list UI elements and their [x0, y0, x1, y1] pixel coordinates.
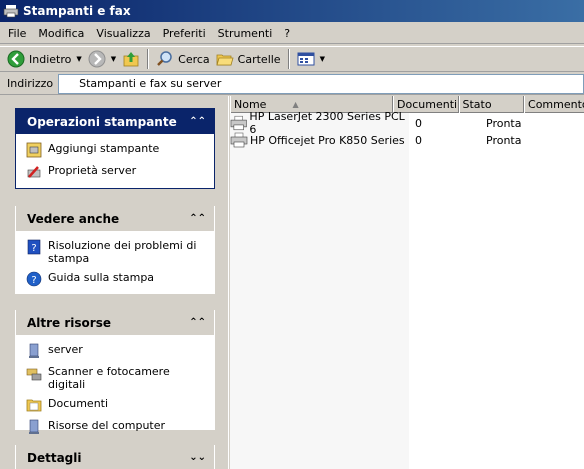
printer-name: HP Officejet Pro K850 Series [250, 133, 405, 147]
troubleshoot-label-line2: stampa [48, 252, 90, 265]
print-help-label: Guida sulla stampa [48, 271, 155, 284]
expand-icon[interactable]: ⌄⌄ [189, 452, 206, 463]
file-list-view: Nome ▲ Documenti Stato Commento HP Laser… [230, 96, 584, 469]
other-places-title: Altre risorse [27, 315, 111, 330]
address-label: Indirizzo [7, 77, 54, 90]
menu-edit[interactable]: Modifica [32, 27, 90, 40]
documents-count: 0 [415, 116, 422, 130]
toolbar-separator [147, 49, 150, 69]
printer-icon [230, 115, 247, 131]
printer-status: Pronta [486, 133, 522, 147]
menu-file[interactable]: File [2, 27, 32, 40]
see-also-panel: Vedere anche ⌃⌃ ? Risoluzione dei proble… [15, 206, 215, 294]
printer-icon [230, 132, 248, 148]
see-also-title: Vedere anche [27, 211, 120, 226]
column-status[interactable]: Stato [458, 96, 525, 113]
views-dropdown-icon[interactable]: ▼ [320, 55, 325, 63]
toolbar-separator [287, 49, 290, 69]
other-places-panel: Altre risorse ⌃⌃ server Scanner e fotoca… [15, 310, 215, 434]
documents-label: Documenti [48, 397, 109, 410]
forward-arrow-icon [88, 50, 106, 68]
title-bar: Stampanti e fax [0, 0, 584, 22]
help-book-icon: ? [27, 239, 41, 255]
my-computer-label: Risorse del computer [48, 419, 166, 432]
server-link[interactable]: server [26, 343, 204, 359]
back-arrow-icon [7, 50, 25, 68]
server-properties-label: Proprietà server [48, 164, 137, 177]
back-label: Indietro [29, 52, 72, 66]
add-printer-label: Aggiungi stampante [48, 142, 160, 155]
toolbar: Indietro ▼ ▼ Cerca Cartelle ▼ [0, 46, 584, 72]
task-pane: Operazioni stampante ⌃⌃ Aggiungi stampan… [0, 96, 229, 469]
troubleshoot-link[interactable]: ? Risoluzione dei problemi di stampa [26, 239, 204, 265]
views-button[interactable]: ▼ [294, 48, 328, 70]
my-computer-link[interactable]: Risorse del computer [26, 419, 204, 435]
search-label: Cerca [178, 52, 210, 66]
server-properties-link[interactable]: Proprietà server [26, 164, 204, 180]
forward-button[interactable]: ▼ [85, 48, 119, 70]
back-dropdown-icon[interactable]: ▼ [76, 55, 81, 63]
list-item[interactable]: HP Officejet Pro K850 Series 0 Pronta [230, 132, 521, 148]
forward-dropdown-icon[interactable]: ▼ [111, 55, 116, 63]
scanner-icon [26, 368, 42, 381]
scanners-label: Scanner e fotocamere digitali [48, 365, 170, 391]
server-label: server [48, 343, 83, 356]
scanners-link[interactable]: Scanner e fotocamere digitali [26, 365, 204, 391]
help-icon: ? [26, 271, 42, 287]
collapse-icon[interactable]: ⌃⌃ [189, 317, 206, 328]
documents-count: 0 [415, 133, 422, 147]
menu-view[interactable]: Visualizza [90, 27, 156, 40]
sort-ascending-icon: ▲ [292, 100, 299, 109]
folders-icon [216, 54, 234, 66]
address-value: Stampanti e fax su server [79, 77, 222, 90]
printer-tasks-panel: Operazioni stampante ⌃⌃ Aggiungi stampan… [15, 108, 215, 189]
address-bar: Indirizzo Stampanti e fax su server [0, 73, 584, 95]
printer-tasks-title: Operazioni stampante [27, 114, 177, 129]
folder-icon [26, 399, 42, 412]
list-item[interactable]: HP LaserJet 2300 Series PCL 6 0 Pronta [230, 110, 522, 136]
svg-text:?: ? [31, 275, 36, 286]
printer-icon [3, 5, 19, 18]
menu-favorites[interactable]: Preferiti [157, 27, 212, 40]
search-button[interactable]: Cerca [153, 48, 213, 70]
my-computer-icon [29, 419, 39, 434]
search-icon [157, 51, 172, 66]
window-title: Stampanti e fax [23, 4, 131, 18]
computer-icon [29, 343, 39, 358]
other-places-header[interactable]: Altre risorse ⌃⌃ [16, 310, 214, 335]
svg-text:?: ? [31, 243, 36, 254]
menu-tools[interactable]: Strumenti [212, 27, 279, 40]
server-properties-icon [27, 166, 41, 178]
views-icon [297, 52, 315, 66]
details-header[interactable]: Dettagli ⌄⌄ [16, 445, 214, 469]
collapse-icon[interactable]: ⌃⌃ [189, 213, 206, 224]
documents-link[interactable]: Documenti [26, 397, 204, 413]
troubleshoot-label: Risoluzione dei problemi di [48, 239, 197, 252]
folders-label: Cartelle [237, 52, 281, 66]
back-button[interactable]: Indietro ▼ [4, 48, 85, 70]
sorted-column-highlight [230, 113, 409, 469]
up-folder-button[interactable] [119, 48, 143, 70]
printer-tasks-header[interactable]: Operazioni stampante ⌃⌃ [16, 109, 214, 134]
menu-bar: File Modifica Visualizza Preferiti Strum… [0, 24, 584, 44]
see-also-header[interactable]: Vedere anche ⌃⌃ [16, 206, 214, 231]
print-help-link[interactable]: ? Guida sulla stampa [26, 271, 204, 287]
add-printer-link[interactable]: Aggiungi stampante [26, 142, 204, 158]
address-field[interactable]: Stampanti e fax su server [58, 73, 584, 94]
folders-button[interactable]: Cartelle [213, 48, 284, 70]
column-comment[interactable]: Commento [524, 96, 584, 113]
up-folder-icon [123, 52, 139, 67]
collapse-icon[interactable]: ⌃⌃ [189, 116, 206, 127]
add-printer-icon [26, 142, 42, 158]
details-panel: Dettagli ⌄⌄ [15, 445, 215, 469]
details-title: Dettagli [27, 450, 82, 465]
menu-help[interactable]: ? [278, 27, 296, 40]
printer-status: Pronta [486, 116, 522, 130]
